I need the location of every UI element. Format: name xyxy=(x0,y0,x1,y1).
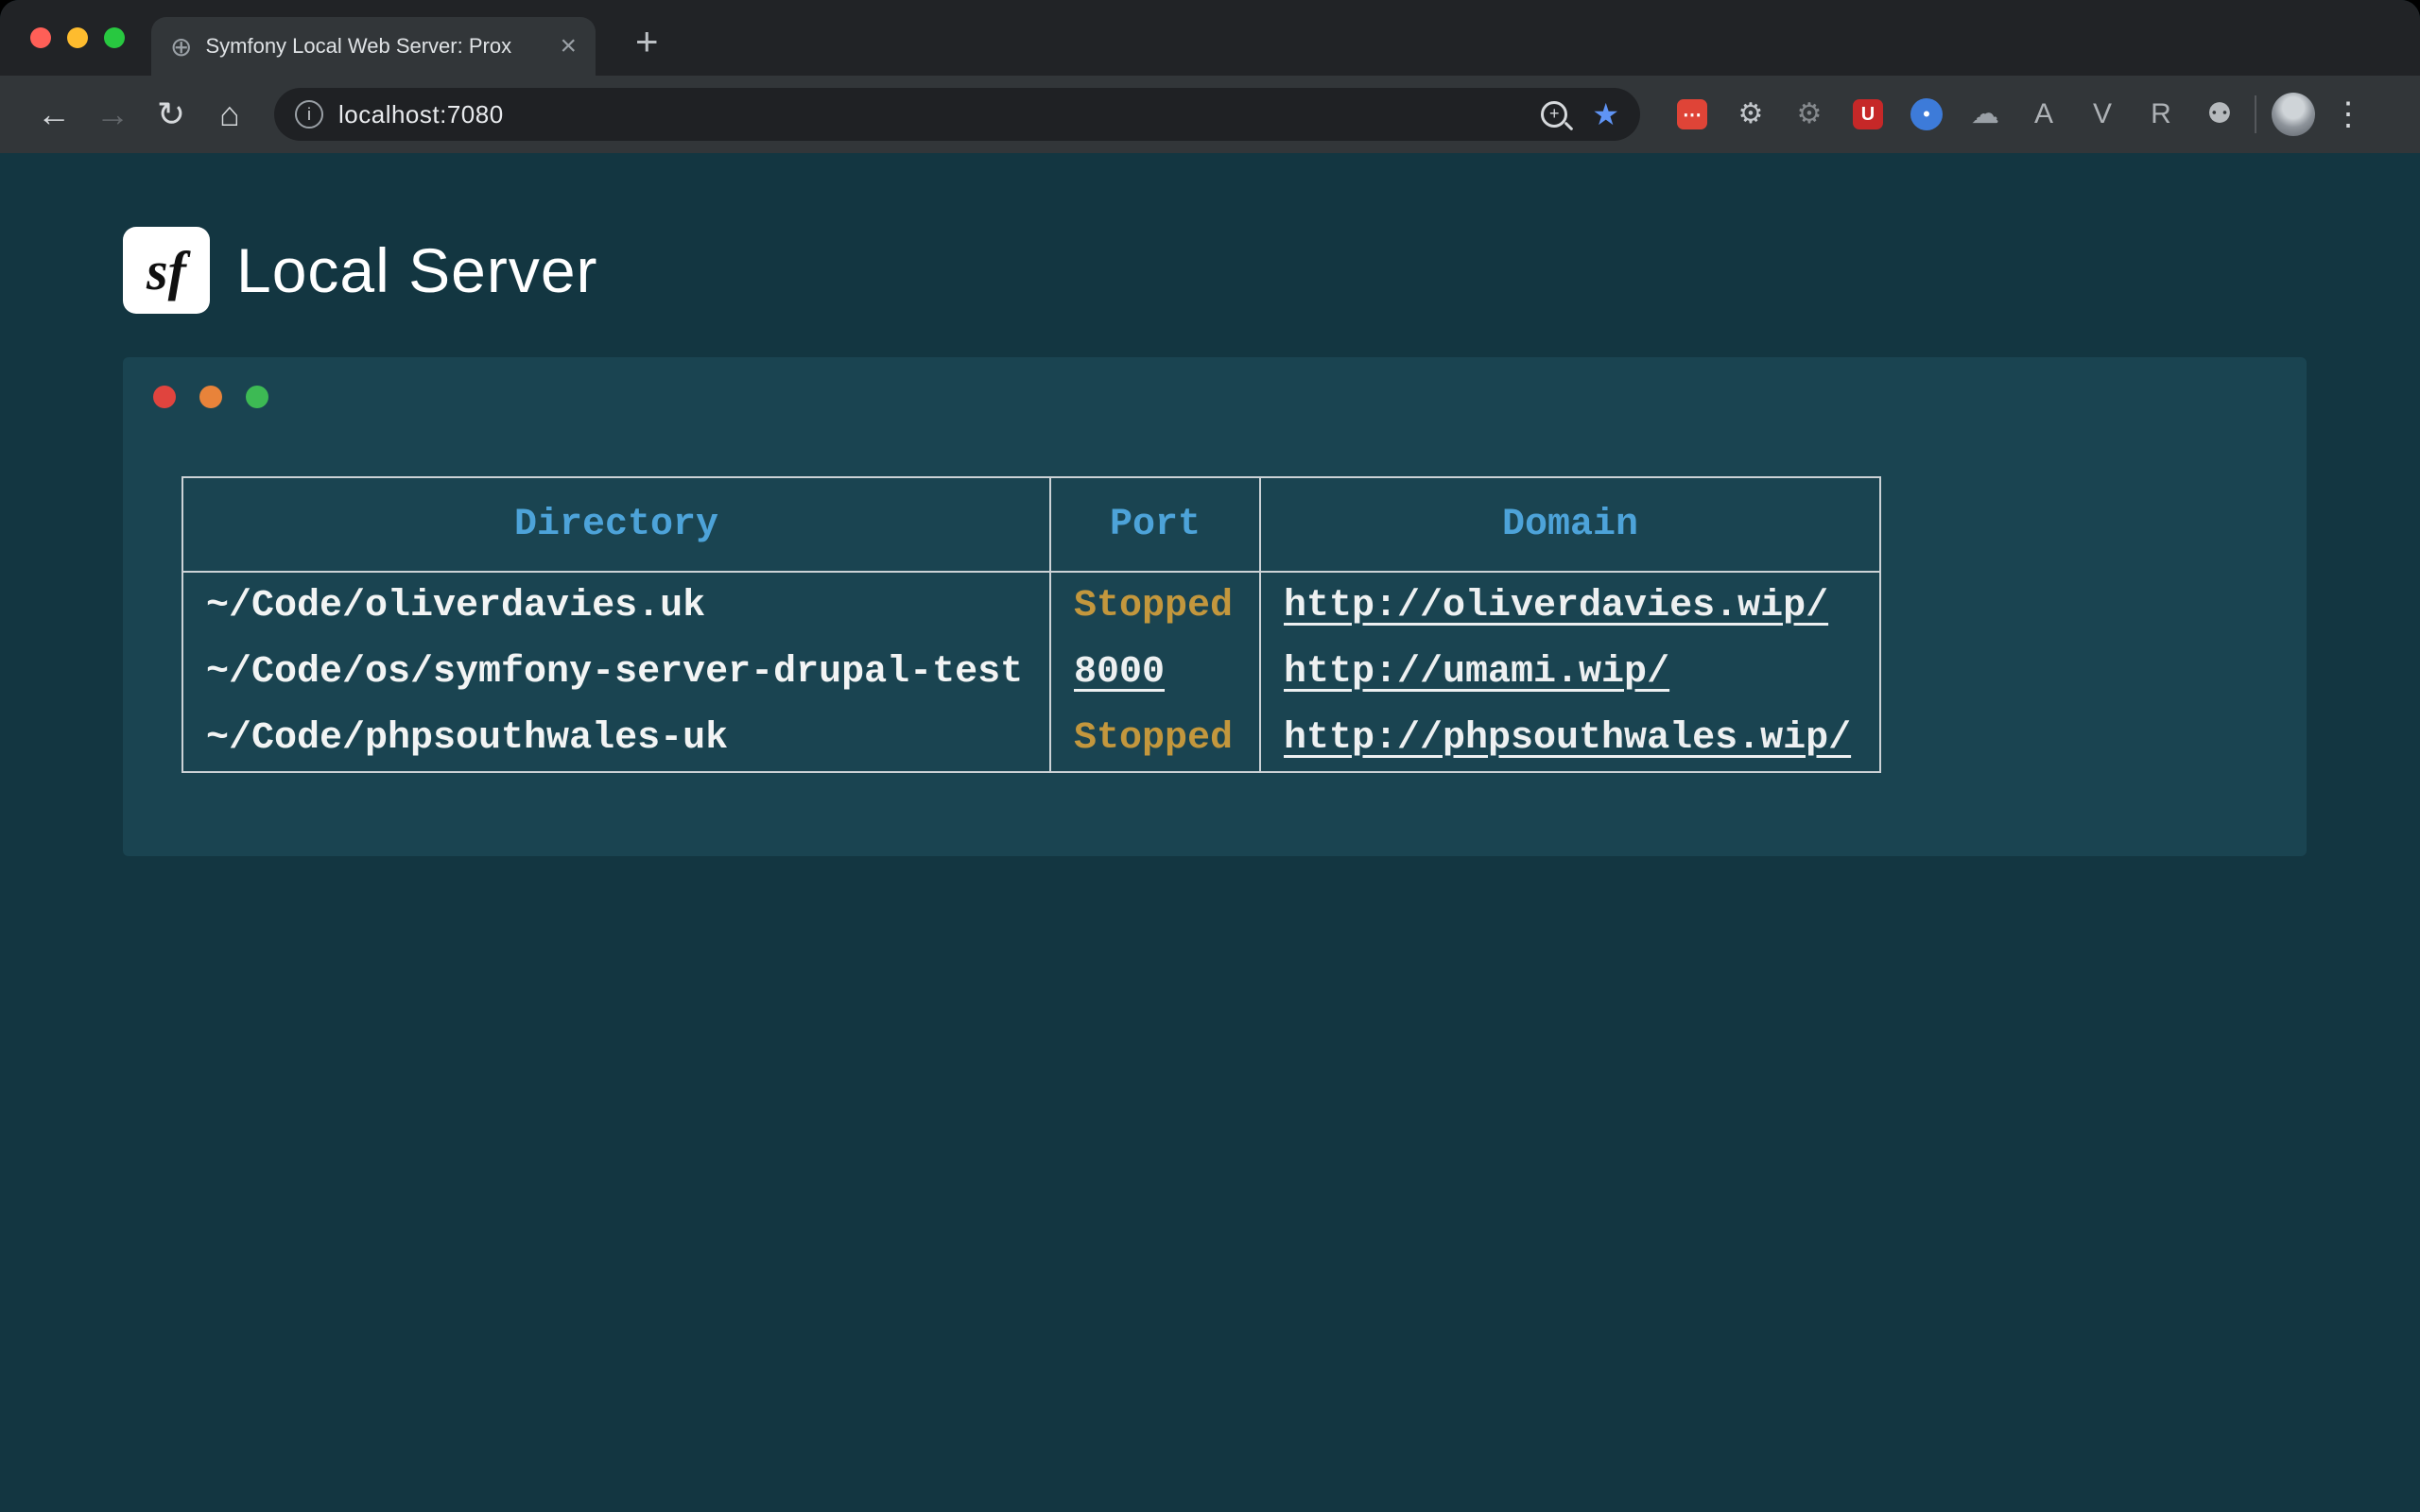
symfony-logo: sf xyxy=(123,227,210,314)
letter-r-extension-icon[interactable]: R xyxy=(2141,94,2181,134)
site-info-icon[interactable]: i xyxy=(295,100,323,129)
table-row: ~/Code/phpsouthwales-uk Stopped http://php… xyxy=(182,705,1880,772)
directory-cell: ~/Code/phpsouthwales-uk xyxy=(182,705,1050,772)
page-title: Local Server xyxy=(236,234,598,306)
domain-cell: http://phpsouthwales.wip/ xyxy=(1260,705,1880,772)
card-dot-red xyxy=(153,386,176,408)
red-grid-extension-icon-glyph: ⋯ xyxy=(1677,99,1707,129)
extensions: ⋯ ⚙ ⚙ U • ☁ A V R ⚉ xyxy=(1672,94,2239,134)
back-button[interactable]: ← xyxy=(25,97,83,131)
letter-a-extension-icon-glyph: A xyxy=(2034,100,2053,129)
gear-light-extension-icon[interactable]: ⚙ xyxy=(1731,94,1771,134)
letter-a-extension-icon[interactable]: A xyxy=(2024,94,2064,134)
tab-title: Symfony Local Web Server: Prox xyxy=(205,34,546,59)
profile-avatar[interactable] xyxy=(2272,93,2315,136)
github-extension-icon-glyph: ⚉ xyxy=(2207,100,2233,129)
gear-dark-extension-icon-glyph: ⚙ xyxy=(1797,100,1823,129)
ublock-extension-icon[interactable]: U xyxy=(1848,94,1888,134)
table-row: ~/Code/os/symfony-server-drupal-test 8000… xyxy=(182,639,1880,705)
reload-button[interactable]: ↻ xyxy=(142,97,200,131)
directory-cell: ~/Code/os/symfony-server-drupal-test xyxy=(182,639,1050,705)
browser-toolbar: ← → ↻ ⌂ i localhost:7080 ★ ⋯ ⚙ ⚙ U • ☁ A V R ⚉ ⋮ xyxy=(0,76,2420,153)
tab-close-icon[interactable]: × xyxy=(560,30,577,62)
window-minimize-light[interactable] xyxy=(67,27,88,48)
cloud-extension-icon[interactable]: ☁ xyxy=(1965,94,2005,134)
col-header-domain: Domain xyxy=(1260,477,1880,572)
gear-dark-extension-icon[interactable]: ⚙ xyxy=(1789,94,1829,134)
gear-light-extension-icon-glyph: ⚙ xyxy=(1738,100,1764,129)
letter-r-extension-icon-glyph: R xyxy=(2151,100,2171,129)
traffic-lights xyxy=(30,0,125,76)
page-content: sf Local Server Directory Port Domain ~/… xyxy=(0,153,2420,1512)
table-row: ~/Code/oliverdavies.uk Stopped http://oliv… xyxy=(182,572,1880,639)
port-cell: Stopped xyxy=(1050,705,1260,772)
forward-button[interactable]: → xyxy=(83,97,142,131)
new-tab-button[interactable]: + xyxy=(635,19,659,64)
domain-link[interactable]: http://umami.wip/ xyxy=(1284,651,1669,694)
port-link[interactable]: 8000 xyxy=(1074,651,1165,694)
url-text: localhost:7080 xyxy=(338,100,1526,129)
bookmark-star-icon[interactable]: ★ xyxy=(1592,99,1619,129)
domain-cell: http://umami.wip/ xyxy=(1260,639,1880,705)
card-dot-green xyxy=(246,386,268,408)
server-card: Directory Port Domain ~/Code/oliverdavie… xyxy=(123,357,2307,856)
port-status-stopped: Stopped xyxy=(1074,717,1233,760)
site-info-glyph: i xyxy=(307,106,311,123)
port-cell: 8000 xyxy=(1050,639,1260,705)
card-dots xyxy=(153,386,2307,408)
symfony-logo-text: sf xyxy=(147,239,186,302)
letter-v-extension-icon[interactable]: V xyxy=(2083,94,2122,134)
col-header-port: Port xyxy=(1050,477,1260,572)
domain-link[interactable]: http://oliverdavies.wip/ xyxy=(1284,585,1828,627)
directory-cell: ~/Code/oliverdavies.uk xyxy=(182,572,1050,639)
address-bar[interactable]: i localhost:7080 ★ xyxy=(274,88,1640,141)
domain-cell: http://oliverdavies.wip/ xyxy=(1260,572,1880,639)
toolbar-divider xyxy=(2255,95,2256,133)
browser-menu-icon[interactable]: ⋮ xyxy=(2332,98,2364,130)
port-cell: Stopped xyxy=(1050,572,1260,639)
browser-tab[interactable]: ⊕ Symfony Local Web Server: Prox × xyxy=(151,17,596,76)
brand: sf Local Server xyxy=(123,227,2420,314)
server-table: Directory Port Domain ~/Code/oliverdavie… xyxy=(182,476,1881,773)
port-status-stopped: Stopped xyxy=(1074,585,1233,627)
cloud-extension-icon-glyph: ☁ xyxy=(1971,100,1999,129)
browser-window: ⊕ Symfony Local Web Server: Prox × + ← →… xyxy=(0,0,2420,1512)
card-dot-orange xyxy=(199,386,222,408)
tab-strip: ⊕ Symfony Local Web Server: Prox × + xyxy=(0,0,2420,76)
blue-circle-extension-icon-glyph: • xyxy=(1910,98,1943,130)
col-header-directory: Directory xyxy=(182,477,1050,572)
blue-circle-extension-icon[interactable]: • xyxy=(1907,94,1946,134)
github-extension-icon[interactable]: ⚉ xyxy=(2200,94,2239,134)
letter-v-extension-icon-glyph: V xyxy=(2093,100,2112,129)
window-close-light[interactable] xyxy=(30,27,51,48)
server-table-body: ~/Code/oliverdavies.uk Stopped http://oliv… xyxy=(182,572,1880,772)
red-grid-extension-icon[interactable]: ⋯ xyxy=(1672,94,1712,134)
home-button[interactable]: ⌂ xyxy=(200,97,259,131)
ublock-extension-icon-glyph: U xyxy=(1853,99,1883,129)
zoom-icon[interactable] xyxy=(1541,101,1567,128)
tab-favicon-icon: ⊕ xyxy=(170,31,192,62)
domain-link[interactable]: http://phpsouthwales.wip/ xyxy=(1284,717,1851,760)
window-zoom-light[interactable] xyxy=(104,27,125,48)
table-header-row: Directory Port Domain xyxy=(182,477,1880,572)
